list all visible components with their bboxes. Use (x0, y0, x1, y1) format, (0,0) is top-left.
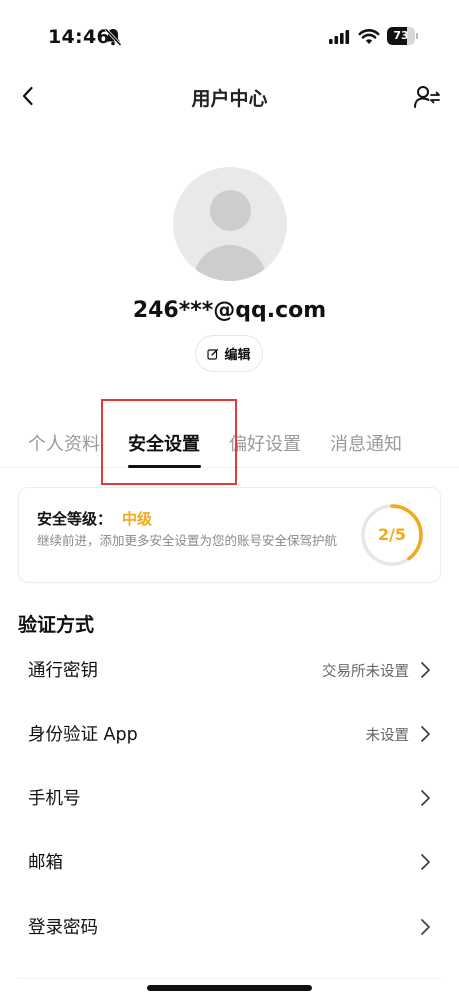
user-email: 246***@qq.com (132, 298, 327, 323)
list-item-authenticator-app[interactable]: 身份验证 App 未设置 (0, 705, 459, 765)
security-level-title: 安全等级： (37, 510, 113, 528)
highlight-annotation-box (101, 399, 237, 485)
list-item-email[interactable]: 邮箱 (0, 833, 459, 893)
list-item-label: 邮箱 (28, 853, 63, 873)
chevron-right-icon (421, 790, 430, 806)
chevron-right-icon (421, 919, 430, 935)
list-item-label: 登录密码 (28, 918, 98, 938)
chevron-right-icon (421, 854, 430, 870)
divider (18, 978, 441, 979)
battery-indicator: 73 (387, 27, 418, 45)
list-item-login-password[interactable]: 登录密码 (0, 898, 459, 958)
edit-button-label: 编辑 (224, 348, 251, 363)
battery-percent: 73 (393, 29, 409, 42)
list-item-phone[interactable]: 手机号 (0, 769, 459, 829)
list-item-status: 未设置 (365, 728, 410, 744)
security-level-value: 中级 (122, 510, 153, 528)
list-item-label: 身份验证 App (28, 725, 138, 745)
bell-muted-icon (104, 28, 122, 47)
list-item-label: 通行密钥 (28, 661, 98, 681)
list-item-status: 交易所未设置 (322, 664, 409, 680)
tab-preferences[interactable]: 偏好设置 (229, 430, 301, 456)
wifi-icon (358, 29, 380, 44)
avatar-placeholder-icon (210, 190, 251, 231)
edit-icon (207, 348, 219, 360)
home-indicator[interactable] (147, 985, 312, 991)
switch-account-icon[interactable] (413, 84, 441, 110)
list-item-label: 手机号 (28, 789, 81, 809)
status-time: 14:46 (48, 26, 110, 48)
status-bar: 14:46 73 (0, 0, 459, 70)
list-item-passkey[interactable]: 通行密钥 交易所未设置 (0, 641, 459, 701)
cellular-signal-icon (329, 30, 350, 44)
verification-section-title: 验证方式 (18, 614, 95, 636)
tab-notifications[interactable]: 消息通知 (330, 430, 402, 456)
tab-profile[interactable]: 个人资料 (28, 430, 100, 456)
chevron-right-icon (421, 726, 430, 742)
edit-button[interactable]: 编辑 (195, 335, 263, 372)
security-level-card[interactable]: 安全等级： 中级 继续前进，添加更多安全设置为您的账号安全保驾护航 2/5 (18, 487, 441, 583)
avatar[interactable] (173, 167, 287, 281)
chevron-right-icon (421, 662, 430, 678)
page-title: 用户中心 (191, 88, 268, 110)
security-level-description: 继续前进，添加更多安全设置为您的账号安全保驾护航 (37, 533, 338, 548)
security-progress-text: 2/5 (377, 525, 407, 544)
